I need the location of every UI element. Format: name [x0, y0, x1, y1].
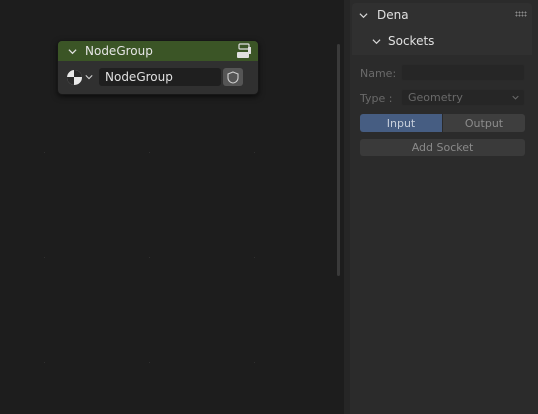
- grid-dot: [254, 362, 255, 363]
- nodegroup-node[interactable]: NodeGroup NodeGroup: [57, 40, 259, 95]
- type-value: Geometry: [408, 91, 463, 104]
- type-dropdown[interactable]: Geometry: [401, 89, 525, 106]
- type-label: Type :: [360, 92, 393, 105]
- sidebar-resize-edge[interactable]: [344, 0, 350, 414]
- grid-dot: [149, 152, 150, 153]
- subpanel-title: Sockets: [388, 34, 435, 48]
- node-header[interactable]: NodeGroup: [58, 41, 258, 61]
- fake-user-button[interactable]: [223, 68, 243, 86]
- chevron-down-icon: [512, 95, 519, 100]
- sockets-body: Name: Type : Geometry Input Output Add S…: [352, 55, 532, 159]
- node-group-icon[interactable]: [236, 43, 252, 59]
- chevron-down-icon: [85, 75, 93, 80]
- sphere-datatype-icon: [67, 69, 82, 85]
- nodegroup-name-field[interactable]: NodeGroup: [99, 68, 221, 86]
- panel-dena: Dena Sockets Name: Type : Geometry Input…: [352, 3, 532, 159]
- socket-direction-toggle: Input Output: [360, 114, 525, 132]
- shield-icon: [227, 70, 239, 84]
- node-title: NodeGroup: [85, 44, 153, 58]
- output-tab[interactable]: Output: [442, 114, 525, 132]
- input-tab[interactable]: Input: [360, 114, 442, 132]
- grid-dot: [254, 152, 255, 153]
- drag-grip-icon[interactable]: [515, 11, 527, 17]
- subpanel-header[interactable]: Sockets: [352, 29, 532, 53]
- add-socket-button[interactable]: Add Socket: [360, 139, 525, 156]
- name-field[interactable]: [401, 64, 525, 81]
- grid-dot: [44, 257, 45, 258]
- chevron-down-icon: [359, 12, 368, 18]
- grid-dot: [149, 257, 150, 258]
- panel-header[interactable]: Dena: [352, 3, 532, 27]
- panel-title: Dena: [377, 8, 409, 22]
- chevron-down-icon[interactable]: [68, 47, 77, 56]
- grid-dot: [44, 362, 45, 363]
- datablock-type-button[interactable]: [67, 67, 97, 87]
- canvas-scrollbar[interactable]: [337, 44, 340, 276]
- grid-dot: [44, 152, 45, 153]
- grid-dot: [254, 257, 255, 258]
- node-body: NodeGroup: [58, 61, 258, 93]
- name-label: Name:: [360, 67, 397, 80]
- node-editor-canvas[interactable]: NodeGroup NodeGroup: [0, 0, 344, 414]
- grid-dot: [149, 362, 150, 363]
- chevron-down-icon: [372, 38, 381, 44]
